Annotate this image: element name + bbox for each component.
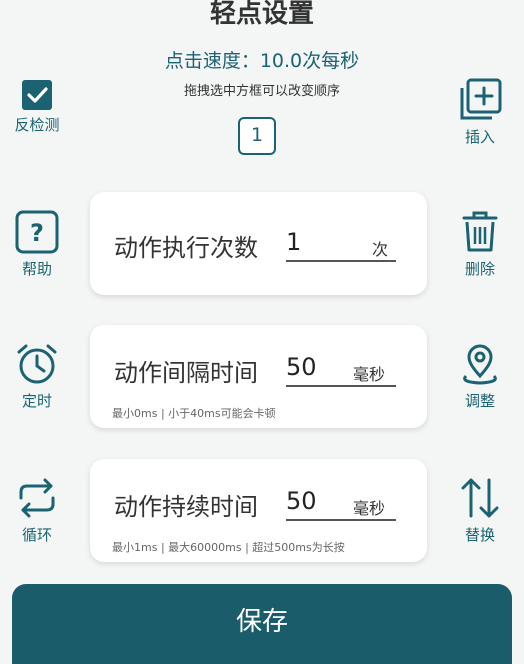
timer-label: 定时 <box>21 392 52 410</box>
add-layer-icon <box>460 78 502 120</box>
insert-label: 插入 <box>464 128 495 146</box>
duration-label: 动作持续时间 <box>114 493 258 521</box>
insert-button[interactable]: 插入 <box>440 78 520 147</box>
delete-button[interactable]: 删除 <box>440 210 520 279</box>
exec-count-card: 动作执行次数 1 次 <box>90 192 427 295</box>
exec-count-unit: 次 <box>372 240 389 259</box>
interval-card: 动作间隔时间 50 毫秒 最小0ms | 小于40ms可能会卡顿 <box>90 325 427 428</box>
loop-button[interactable]: 循环 <box>0 476 77 545</box>
duration-card: 动作持续时间 50 毫秒 最小1ms | 最大60000ms | 超过500ms… <box>90 459 427 562</box>
alarm-clock-icon <box>17 344 57 384</box>
help-button[interactable]: ? 帮助 <box>0 210 77 279</box>
selected-step-box[interactable]: 1 <box>238 117 276 155</box>
exec-count-label: 动作执行次数 <box>114 234 258 262</box>
loop-label: 循环 <box>21 526 52 544</box>
interval-note: 最小0ms | 小于40ms可能会卡顿 <box>112 407 276 420</box>
interval-label: 动作间隔时间 <box>114 359 258 387</box>
anti-detect-label: 反检测 <box>14 116 60 134</box>
trash-icon <box>462 211 498 252</box>
swap-button[interactable]: 替换 <box>440 476 520 545</box>
help-icon: ? <box>15 210 59 254</box>
svg-text:?: ? <box>30 219 44 247</box>
duration-unit: 毫秒 <box>353 499 386 518</box>
help-label: 帮助 <box>21 260 52 278</box>
adjust-button[interactable]: 调整 <box>440 342 520 411</box>
click-speed-text: 点击速度：10.0次每秒 <box>164 50 360 72</box>
interval-unit: 毫秒 <box>353 365 386 384</box>
repeat-icon <box>19 478 55 518</box>
checkbox-checked-icon[interactable] <box>22 80 52 110</box>
location-pin-icon <box>463 344 497 385</box>
anti-detect-toggle[interactable]: 反检测 <box>0 80 77 135</box>
page-title: 轻点设置 <box>209 0 314 29</box>
swap-arrows-icon <box>461 478 499 518</box>
swap-label: 替换 <box>464 526 495 544</box>
duration-note: 最小1ms | 最大60000ms | 超过500ms为长按 <box>112 541 345 554</box>
delete-label: 删除 <box>464 260 495 278</box>
adjust-label: 调整 <box>464 392 495 410</box>
timer-button[interactable]: 定时 <box>0 342 77 411</box>
save-button[interactable]: 保存 <box>12 584 512 664</box>
